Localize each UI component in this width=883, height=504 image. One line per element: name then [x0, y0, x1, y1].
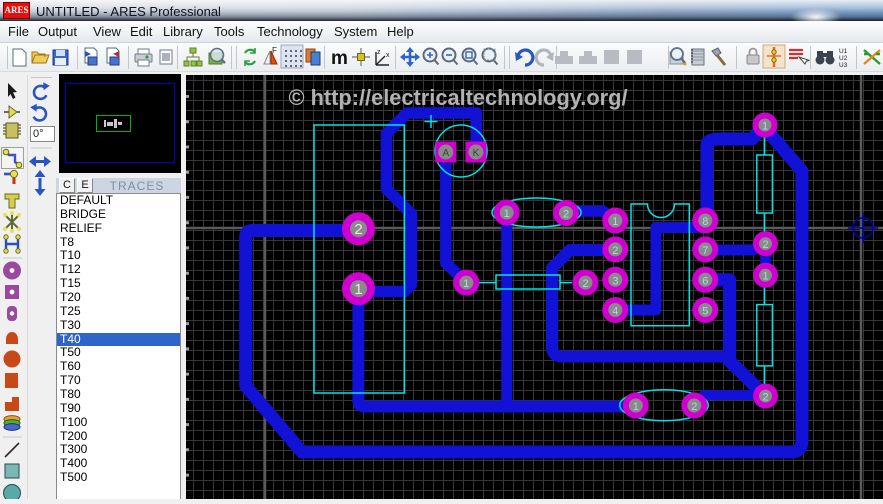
svg-text:m: m	[331, 48, 348, 69]
svg-text:2: 2	[563, 209, 569, 221]
svg-text:1: 1	[633, 401, 639, 413]
svg-text:2: 2	[691, 401, 697, 413]
svg-text:1: 1	[612, 216, 618, 228]
svg-text:2: 2	[354, 221, 362, 238]
svg-text:2: 2	[762, 392, 768, 404]
svg-text:5: 5	[702, 306, 708, 318]
svg-text:x: x	[386, 52, 390, 59]
svg-text:A: A	[442, 148, 449, 159]
svg-text:2: 2	[762, 239, 768, 251]
svg-text:U1: U1	[839, 48, 848, 55]
svg-text:1: 1	[762, 121, 768, 133]
svg-text:2: 2	[612, 245, 618, 257]
svg-text:K: K	[473, 148, 480, 159]
svg-text:1: 1	[504, 208, 510, 220]
svg-text:1: 1	[354, 281, 362, 298]
svg-text:z: z	[377, 49, 381, 56]
svg-text:8: 8	[702, 216, 708, 228]
svg-text:4: 4	[612, 306, 618, 318]
svg-text:© http://electricaltechnology.: © http://electricaltechnology.org/	[288, 85, 627, 110]
svg-text:U3: U3	[839, 62, 848, 69]
svg-text:F: F	[272, 46, 277, 55]
svg-text:7: 7	[702, 245, 708, 257]
svg-text:U2: U2	[839, 55, 848, 62]
svg-text:1: 1	[463, 278, 469, 290]
svg-text:2: 2	[582, 278, 588, 290]
svg-text:6: 6	[702, 276, 708, 288]
svg-text:3: 3	[612, 276, 618, 288]
svg-text:1: 1	[762, 271, 768, 283]
